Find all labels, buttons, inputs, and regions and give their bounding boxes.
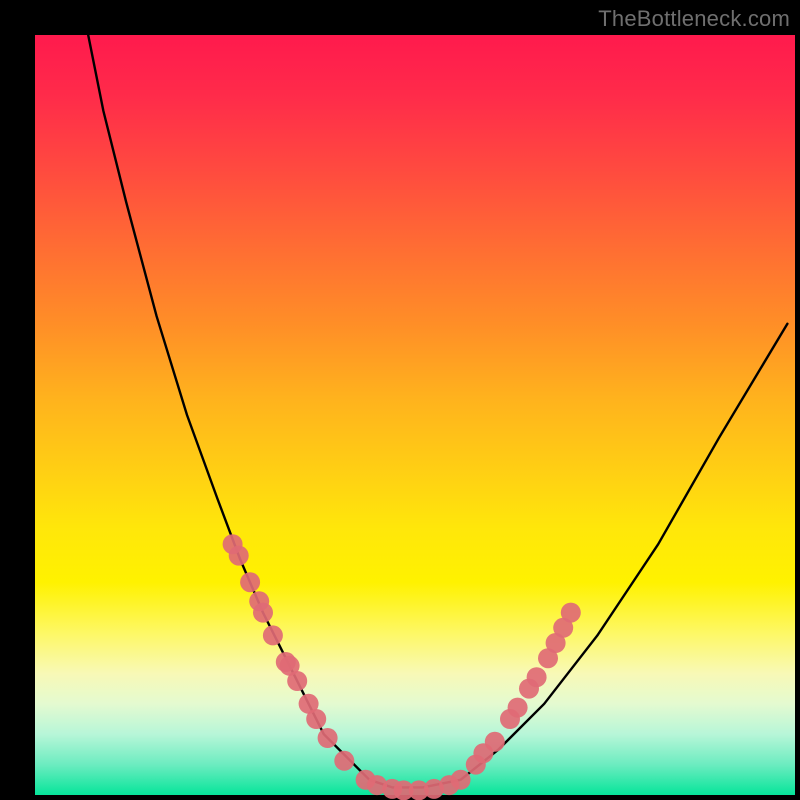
watermark-text: TheBottleneck.com bbox=[598, 6, 790, 32]
chart-frame: TheBottleneck.com bbox=[0, 0, 800, 800]
chart-svg bbox=[35, 35, 795, 795]
plot-area bbox=[35, 35, 795, 795]
scatter-points bbox=[223, 534, 581, 800]
curve-line bbox=[88, 35, 787, 787]
